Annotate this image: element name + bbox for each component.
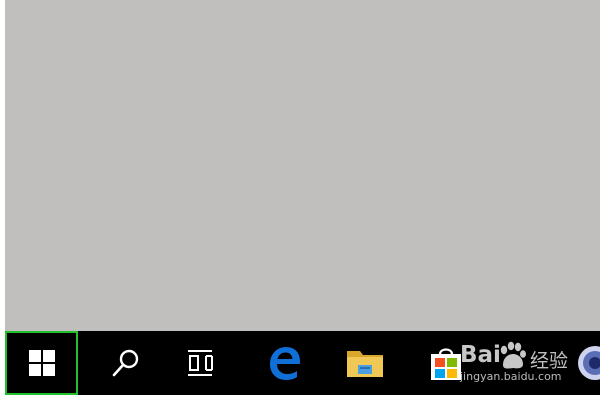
- edge-browser-icon: [268, 346, 302, 380]
- screenshot: Bai 经验 jingyan.baidu.com: [0, 0, 600, 400]
- taskbar: [5, 331, 600, 395]
- search-icon: [111, 348, 141, 378]
- store-bag-icon: [429, 345, 463, 381]
- cortana-button[interactable]: [575, 331, 600, 395]
- file-explorer-button[interactable]: [319, 331, 411, 395]
- store-button[interactable]: [403, 331, 489, 395]
- start-button[interactable]: [5, 331, 78, 395]
- folder-icon: [346, 347, 384, 379]
- task-view-icon: [186, 348, 216, 378]
- task-view-button[interactable]: [157, 331, 245, 395]
- edge-browser-button[interactable]: [239, 331, 331, 395]
- screen-bottom-edge: [0, 395, 600, 400]
- windows-logo-icon: [28, 350, 55, 376]
- desktop-background[interactable]: [5, 0, 600, 331]
- cortana-icon: [575, 343, 600, 383]
